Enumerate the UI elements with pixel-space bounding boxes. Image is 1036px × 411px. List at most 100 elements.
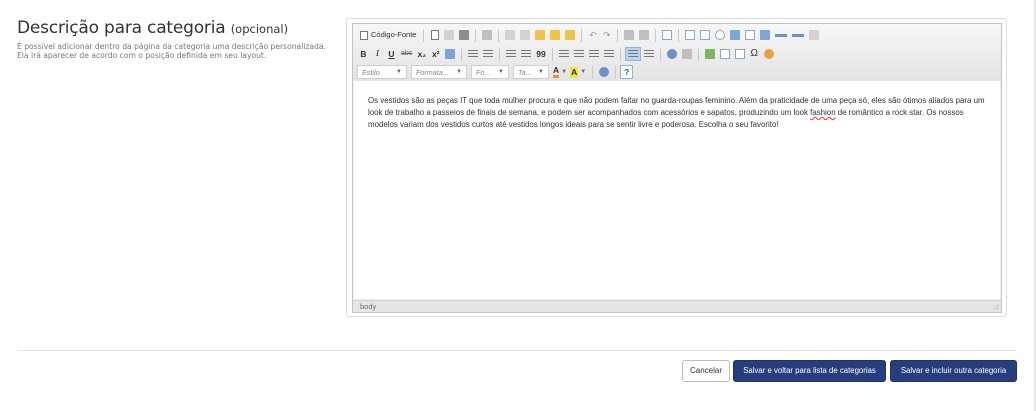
style-dropdown-value: Estilo <box>362 67 380 77</box>
hidden-field-button[interactable] <box>807 28 821 42</box>
bulleted-list-button[interactable] <box>481 47 495 61</box>
text-direction-rtl-button[interactable] <box>642 47 656 61</box>
print-button[interactable] <box>457 28 471 42</box>
format-dropdown[interactable]: Formata... ▼ <box>411 65 467 79</box>
image-button-button[interactable] <box>790 28 806 42</box>
help-button[interactable]: ? <box>620 65 634 79</box>
special-char-button[interactable]: Ω <box>748 47 761 61</box>
align-left-icon <box>558 49 569 59</box>
image-button[interactable] <box>703 47 717 61</box>
preview-button[interactable] <box>442 28 456 42</box>
toolbar-separator <box>655 28 657 42</box>
element-path[interactable]: body <box>360 302 376 311</box>
preview-icon <box>444 30 455 40</box>
link-button[interactable] <box>665 47 679 61</box>
subscript-button[interactable]: x₂ <box>415 47 428 61</box>
toolbar-separator <box>499 47 501 61</box>
optional-label: (opcional) <box>230 22 289 36</box>
strikethrough-button[interactable]: abc <box>399 47 414 61</box>
indent-button[interactable] <box>519 47 533 61</box>
maximize-button[interactable] <box>597 65 611 79</box>
select-field-button[interactable] <box>758 28 772 42</box>
table-icon <box>719 49 730 59</box>
outdent-button[interactable] <box>504 47 518 61</box>
smiley-button[interactable] <box>762 47 776 61</box>
new-page-button[interactable] <box>428 28 441 42</box>
text-direction-ltr-button[interactable] <box>624 47 641 61</box>
chevron-down-icon: ▼ <box>456 69 462 75</box>
toolbar-row-1: Código-Fonte ↶ ↷ <box>357 27 822 43</box>
background-color-icon: A <box>570 66 579 78</box>
align-left-button[interactable] <box>557 47 571 61</box>
table-button[interactable] <box>718 47 732 61</box>
format-dropdown-value: Formata... <box>416 67 449 77</box>
paste-word-button[interactable] <box>563 28 577 42</box>
numbered-list-icon <box>468 49 479 59</box>
footer-divider <box>17 350 1016 351</box>
save-and-back-button[interactable]: Salvar e voltar para lista de categorias <box>733 360 886 382</box>
resize-handle-icon[interactable] <box>993 304 999 310</box>
text-field-button[interactable] <box>728 28 742 42</box>
bulleted-list-icon <box>483 49 494 59</box>
size-dropdown[interactable]: Ta... ▼ <box>513 65 549 79</box>
save-and-new-button[interactable]: Salvar e incluir outra categoria <box>890 360 1017 382</box>
button-field-icon <box>775 33 788 37</box>
bold-button[interactable]: B <box>357 47 370 61</box>
button-field-button[interactable] <box>773 28 789 42</box>
italic-button[interactable]: I <box>371 47 384 61</box>
align-right-button[interactable] <box>587 47 601 61</box>
chevron-down-icon: ▼ <box>580 69 587 75</box>
background-color-button[interactable]: A ▼ <box>570 65 586 79</box>
select-all-icon <box>662 30 673 40</box>
superscript-button[interactable]: x² <box>429 47 442 61</box>
paste-word-icon <box>565 30 576 40</box>
toolbar-separator <box>592 65 594 79</box>
radio-button[interactable] <box>713 28 727 42</box>
cancel-button[interactable]: Cancelar <box>682 360 730 382</box>
blockquote-button[interactable]: 99 <box>534 47 547 61</box>
templates-button[interactable] <box>480 28 494 42</box>
maximize-icon <box>599 67 610 77</box>
chevron-down-icon: ▼ <box>561 69 568 75</box>
radio-icon <box>715 30 726 40</box>
editor-content-area[interactable]: Os vestidos são as peças IT que toda mul… <box>354 81 1000 299</box>
style-dropdown[interactable]: Estilo ▼ <box>357 65 407 79</box>
align-center-button[interactable] <box>572 47 586 61</box>
horizontal-rule-button[interactable] <box>733 47 747 61</box>
cut-button[interactable] <box>503 28 517 42</box>
chevron-down-icon: ▼ <box>538 69 544 75</box>
source-code-button[interactable]: Código-Fonte <box>357 28 419 42</box>
align-center-icon <box>573 49 584 59</box>
copy-button[interactable] <box>518 28 532 42</box>
toolbar-separator <box>498 28 500 42</box>
justify-button[interactable] <box>602 47 616 61</box>
find-button[interactable] <box>622 28 636 42</box>
font-dropdown[interactable]: Fo... ▼ <box>471 65 509 79</box>
remove-format-button[interactable] <box>443 47 457 61</box>
copy-icon <box>520 30 531 40</box>
source-code-label: Código-Fonte <box>371 30 417 39</box>
unlink-button[interactable] <box>680 47 694 61</box>
paste-icon <box>535 30 546 40</box>
paste-text-button[interactable] <box>548 28 562 42</box>
replace-icon <box>639 30 650 40</box>
select-all-button[interactable] <box>660 28 674 42</box>
numbered-list-button[interactable] <box>466 47 480 61</box>
textarea-button[interactable] <box>743 28 757 42</box>
rtl-icon <box>643 49 654 59</box>
checkbox-button[interactable] <box>698 28 712 42</box>
form-button[interactable] <box>683 28 697 42</box>
checkbox-icon <box>700 30 711 40</box>
toolbar-separator <box>617 28 619 42</box>
replace-button[interactable] <box>637 28 651 42</box>
paste-button[interactable] <box>533 28 547 42</box>
text-color-button[interactable]: A ▼ <box>553 65 567 79</box>
underline-button[interactable]: U <box>385 47 398 61</box>
undo-button[interactable]: ↶ <box>586 28 599 42</box>
outdent-icon <box>506 49 517 59</box>
select-field-icon <box>760 30 771 40</box>
image-button-icon <box>792 33 805 37</box>
unlink-icon <box>681 49 692 59</box>
source-icon <box>360 30 368 40</box>
redo-button[interactable]: ↷ <box>600 28 613 42</box>
